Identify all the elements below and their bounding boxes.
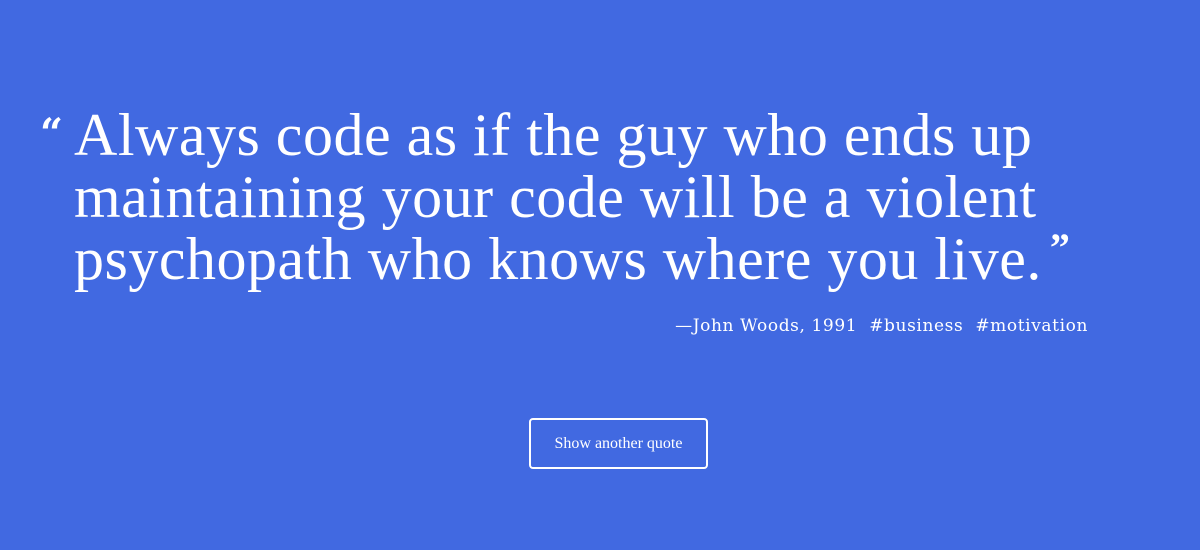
quote-attribution: —John Woods, 1991 #business #motivation	[669, 316, 1088, 336]
tag-business[interactable]: #business	[869, 316, 963, 336]
quote-author: —John Woods, 1991	[675, 316, 858, 336]
open-quote-mark: “	[40, 110, 64, 157]
quote-text: Always code as if the guy who ends up ma…	[40, 104, 1160, 290]
tag-motivation[interactable]: #motivation	[975, 316, 1088, 336]
show-another-quote-button[interactable]: Show another quote	[529, 418, 708, 469]
quote-container: “ Always code as if the guy who ends up …	[40, 104, 1160, 290]
close-quote-mark: ”	[1049, 225, 1071, 270]
quote-body: Always code as if the guy who ends up ma…	[74, 102, 1042, 292]
